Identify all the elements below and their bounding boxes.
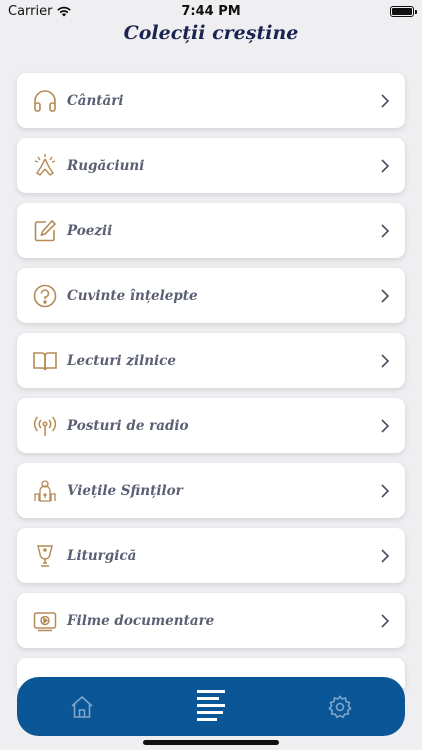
praying-hands-icon [31, 152, 59, 180]
item-label: Liturgică [67, 547, 137, 564]
list-item-vietile-sfintilor[interactable]: Viețile Sfinților [17, 463, 405, 518]
item-label: Rugăciuni [67, 157, 145, 174]
chevron-right-icon [381, 483, 390, 498]
edit-note-icon [31, 217, 59, 245]
list-item-cantari[interactable]: Cântări [17, 73, 405, 128]
chevron-right-icon [381, 288, 390, 303]
item-label: Cuvinte înțelepte [67, 287, 198, 304]
home-indicator [143, 740, 279, 745]
question-circle-icon [31, 282, 59, 310]
item-label: Lecturi zilnice [67, 352, 176, 369]
list-item-filme-documentare[interactable]: Filme documentare [17, 593, 405, 648]
chevron-right-icon [381, 93, 390, 108]
gear-icon [328, 694, 352, 718]
item-label: Filme documentare [67, 612, 215, 629]
item-label: Viețile Sfinților [67, 482, 183, 499]
list-item-lecturi-zilnice[interactable]: Lecturi zilnice [17, 333, 405, 388]
video-icon [31, 607, 59, 635]
saints-icon [31, 477, 59, 505]
chevron-right-icon [381, 223, 390, 238]
item-label: Poezii [67, 222, 113, 239]
status-bar: Carrier 7:44 PM [0, 0, 422, 22]
item-label: Posturi de radio [67, 417, 189, 434]
list-item-liturgica[interactable]: Liturgică [17, 528, 405, 583]
chevron-right-icon [381, 613, 390, 628]
list-item-posturi-de-radio[interactable]: Posturi de radio [17, 398, 405, 453]
radio-antenna-icon [31, 412, 59, 440]
page-title: Colecții creștine [123, 22, 299, 44]
tab-list[interactable] [181, 687, 241, 727]
tab-home[interactable] [52, 687, 112, 727]
home-icon [71, 695, 93, 718]
tab-bar [17, 677, 405, 736]
list-item-poezii[interactable]: Poezii [17, 203, 405, 258]
chalice-icon [31, 542, 59, 570]
collections-list: Cântări Rugăciuni Poezii Cuvinte înțelep… [17, 73, 405, 658]
headphones-icon [31, 87, 59, 115]
list-item-rugaciuni[interactable]: Rugăciuni [17, 138, 405, 193]
tab-settings[interactable] [310, 687, 370, 727]
chevron-right-icon [381, 353, 390, 368]
item-label: Cântări [67, 92, 124, 109]
list-item-cuvinte-intelepte[interactable]: Cuvinte înțelepte [17, 268, 405, 323]
chevron-right-icon [381, 158, 390, 173]
open-book-icon [31, 347, 59, 375]
chevron-right-icon [381, 548, 390, 563]
status-time: 7:44 PM [181, 3, 241, 19]
chevron-right-icon [381, 418, 390, 433]
battery-icon [390, 5, 417, 17]
list-icon [196, 689, 225, 721]
